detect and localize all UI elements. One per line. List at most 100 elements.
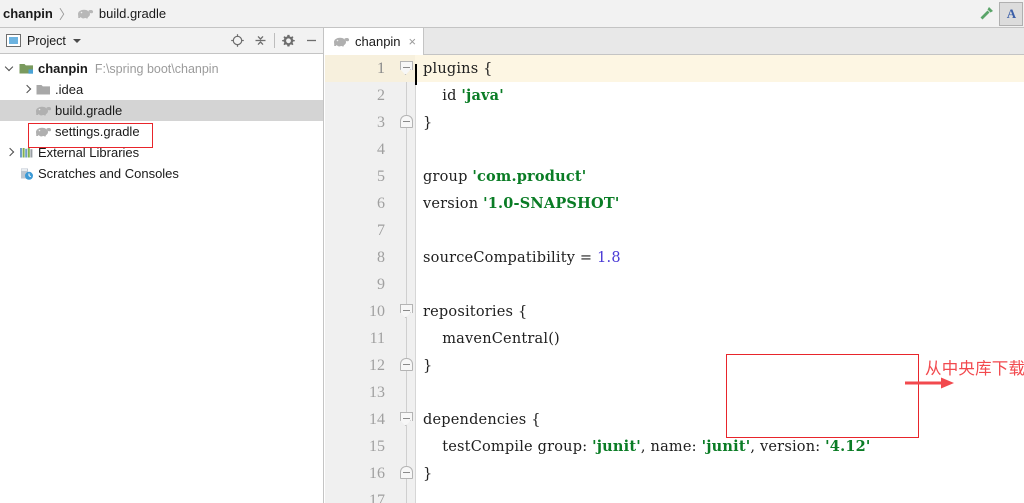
code-line[interactable]: 12} xyxy=(325,352,1024,379)
tree-item-label: External Libraries xyxy=(38,145,140,160)
code-line[interactable]: 6 version '1.0-SNAPSHOT' xyxy=(325,190,1024,217)
line-number: 16 xyxy=(369,464,385,482)
line-number: 13 xyxy=(369,383,385,401)
build-button[interactable] xyxy=(973,2,999,26)
fold-end-icon[interactable] xyxy=(400,358,413,372)
fold-expanded-icon[interactable] xyxy=(400,61,413,75)
line-number: 6 xyxy=(377,194,385,212)
code-line[interactable]: 10 repositories { xyxy=(325,298,1024,325)
fold-cell xyxy=(398,460,415,487)
code-token: } xyxy=(423,357,433,374)
project-panel-toolbar xyxy=(226,28,323,54)
code-text: } xyxy=(415,358,432,374)
collapse-all-icon[interactable] xyxy=(249,29,272,53)
locate-icon[interactable] xyxy=(226,29,249,53)
code-text: } xyxy=(415,115,432,131)
code-token: plugins { xyxy=(423,60,493,77)
fold-cell xyxy=(398,298,415,325)
fold-minus-icon xyxy=(403,364,410,365)
project-panel-title[interactable]: Project xyxy=(27,34,66,48)
fold-minus-icon xyxy=(403,418,410,419)
code-token: 'junit' xyxy=(701,438,751,455)
code-line[interactable]: 5 group 'com.product' xyxy=(325,163,1024,190)
analyze-button[interactable]: A xyxy=(999,1,1023,26)
gradle-icon xyxy=(77,7,94,20)
tree-item-label: settings.gradle xyxy=(55,124,140,139)
editor-tabbar: chanpin × xyxy=(325,28,1024,55)
code-line[interactable]: 9 xyxy=(325,271,1024,298)
fold-minus-icon xyxy=(403,121,410,122)
chevron-right-icon[interactable] xyxy=(20,85,35,94)
fold-box xyxy=(400,412,413,421)
code-line[interactable]: 7 xyxy=(325,217,1024,244)
fold-cell xyxy=(398,109,415,136)
project-panel: Project chanpin F:\spring boot\chanpin .… xyxy=(0,28,324,503)
line-number: 10 xyxy=(369,302,385,320)
chevron-down-icon[interactable] xyxy=(3,64,18,73)
gradle-icon xyxy=(35,125,52,138)
code-text: plugins { xyxy=(415,60,493,85)
code-line[interactable]: 16} xyxy=(325,460,1024,487)
fold-box xyxy=(400,61,413,70)
code-line[interactable]: 8 sourceCompatibility = 1.8 xyxy=(325,244,1024,271)
code-text: repositories { xyxy=(415,304,527,320)
code-line[interactable]: 14 dependencies { xyxy=(325,406,1024,433)
code-line[interactable]: 2 id 'java' xyxy=(325,82,1024,109)
scratches-clock-icon xyxy=(20,168,33,180)
code-line[interactable]: 3} xyxy=(325,109,1024,136)
chevron-down-icon[interactable] xyxy=(72,38,81,43)
code-line[interactable]: 11 mavenCentral() xyxy=(325,325,1024,352)
fold-end-icon[interactable] xyxy=(400,115,413,129)
project-panel-header: Project xyxy=(0,28,323,54)
minimize-icon[interactable] xyxy=(300,29,323,53)
code-text: dependencies { xyxy=(415,412,541,428)
tree-row[interactable]: .idea xyxy=(0,79,323,100)
breadcrumb: chanpin 〉 build.gradle xyxy=(0,4,166,23)
tree-item-path: F:\spring boot\chanpin xyxy=(94,61,219,76)
code-token: '4.12' xyxy=(825,438,871,455)
gradle-elephant-icon xyxy=(77,9,93,19)
gradle-icon xyxy=(35,104,52,117)
code-line[interactable]: 15 testCompile group: 'junit', name: 'ju… xyxy=(325,433,1024,460)
library-books-icon xyxy=(20,148,33,158)
fold-cell xyxy=(398,487,415,503)
chevron-right-icon[interactable] xyxy=(3,148,18,157)
code-token: 'junit' xyxy=(592,438,641,455)
code-token: } xyxy=(423,114,433,131)
fold-minus-icon xyxy=(403,472,410,473)
line-number: 8 xyxy=(377,248,385,266)
breadcrumb-separator-icon: 〉 xyxy=(58,7,72,22)
gradle-elephant-icon xyxy=(36,127,52,137)
gear-icon[interactable] xyxy=(277,29,300,53)
code-editor[interactable]: 1 plugins {2 id 'java' 3} 4 5 group 'com.prod… xyxy=(325,55,1024,503)
tree-row-build-gradle[interactable]: build.gradle xyxy=(0,100,323,121)
fold-expanded-icon[interactable] xyxy=(400,304,413,318)
code-token: testCompile group: xyxy=(423,439,593,455)
scratches-icon xyxy=(18,167,35,181)
fold-expanded-icon[interactable] xyxy=(400,412,413,426)
minimize-dash-icon xyxy=(307,39,316,42)
fold-cell xyxy=(398,190,415,217)
code-line[interactable]: 17 xyxy=(325,487,1024,503)
breadcrumb-project[interactable]: chanpin xyxy=(0,6,53,21)
annotation-text: 从中央库下载依赖，此处还可以是从本地导入依赖 xyxy=(925,359,1024,378)
breadcrumb-file[interactable]: build.gradle xyxy=(99,6,166,21)
line-number: 14 xyxy=(369,410,385,428)
tree-row[interactable]: External Libraries xyxy=(0,142,323,163)
fold-minus-icon xyxy=(403,67,410,68)
code-text: sourceCompatibility = 1.8 xyxy=(415,250,621,266)
tree-row[interactable]: chanpin F:\spring boot\chanpin xyxy=(0,58,323,79)
close-icon[interactable]: × xyxy=(409,35,417,48)
tree-item-label: .idea xyxy=(55,82,84,97)
tree-row[interactable]: settings.gradle xyxy=(0,121,323,142)
tab-label: chanpin xyxy=(355,34,401,49)
tab-chanpin[interactable]: chanpin × xyxy=(325,28,425,55)
code-line[interactable]: 4 xyxy=(325,136,1024,163)
code-line[interactable]: 1 plugins { xyxy=(325,55,1024,85)
module-folder-icon xyxy=(18,62,35,75)
fold-end-icon[interactable] xyxy=(400,466,413,480)
code-token: id xyxy=(423,88,462,104)
gradle-elephant-icon xyxy=(36,106,52,116)
tree-row[interactable]: Scratches and Consoles xyxy=(0,163,323,184)
fold-minus-icon xyxy=(403,310,410,311)
